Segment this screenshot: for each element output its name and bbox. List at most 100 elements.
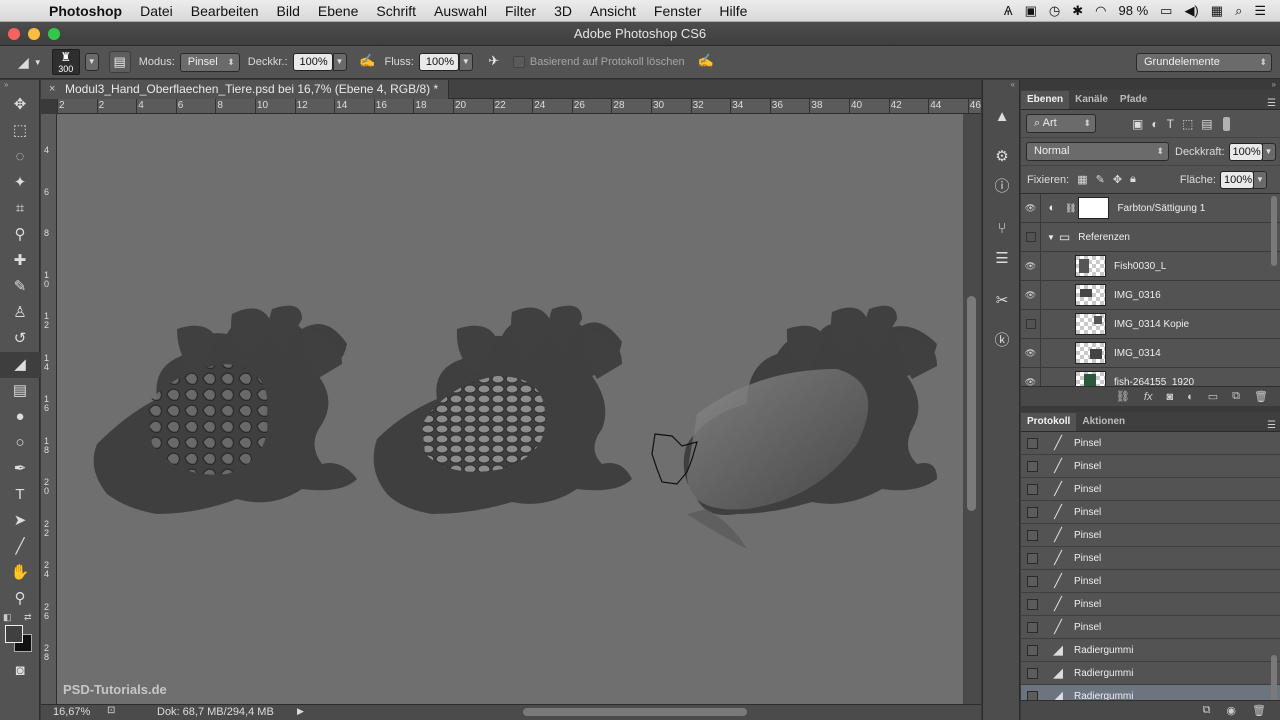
history-step[interactable]: ╱ Pinsel — [1021, 593, 1280, 616]
history-snapshot-checkbox[interactable] — [1027, 437, 1038, 449]
delete-layer-icon[interactable]: 🗑︎ — [1254, 390, 1268, 403]
workspace-select[interactable]: Grundelemente — [1136, 52, 1272, 72]
menu-auswahl[interactable]: Auswahl — [425, 3, 496, 19]
menu-filter[interactable]: Filter — [496, 3, 545, 19]
tab-paths[interactable]: Pfade — [1114, 91, 1153, 109]
erase-to-history-checkbox[interactable] — [512, 56, 525, 68]
clone-stamp-tool-icon[interactable]: ♙ — [0, 300, 40, 326]
history-step[interactable]: ◢ Radiergummi — [1021, 662, 1280, 685]
notification-center-icon[interactable]: ☰ — [1254, 3, 1266, 19]
status-share-icon[interactable]: ⊡ — [107, 705, 115, 716]
fill-dropdown[interactable]: ▼ — [1252, 170, 1267, 189]
histogram-icon[interactable]: ▲ — [983, 102, 1021, 132]
adjustments-icon[interactable]: ☰ — [983, 244, 1021, 274]
layers-scroll-thumb[interactable] — [1271, 196, 1277, 266]
visibility-empty-box[interactable] — [1021, 222, 1041, 252]
tab-history[interactable]: Protokoll — [1021, 413, 1077, 431]
status-menu-arrow-icon[interactable]: ▶ — [297, 706, 304, 717]
eyedropper-tool-icon[interactable]: ⚲ — [0, 222, 40, 248]
layer-row[interactable]: 👁︎ fish-264155_1920 — [1021, 367, 1280, 386]
eraser-tool-icon[interactable]: ◢ — [0, 352, 40, 378]
add-mask-icon[interactable]: ◙ — [1166, 391, 1173, 403]
layer-row[interactable]: 👁︎ IMG_0314 — [1021, 338, 1280, 368]
vertical-scroll-thumb[interactable] — [967, 296, 976, 511]
flow-dropdown[interactable]: ▼ — [458, 53, 473, 71]
layer-row[interactable]: IMG_0314 Kopie — [1021, 309, 1280, 339]
brush-preset-picker[interactable]: ♜ 300 ▼ — [51, 49, 99, 75]
pressure-opacity-icon[interactable]: ✍ — [357, 51, 379, 73]
pressure-size-icon[interactable]: ✍ — [695, 51, 717, 73]
layer-opacity-field[interactable]: 100% — [1228, 142, 1263, 161]
history-snapshot-checkbox[interactable] — [1027, 644, 1038, 656]
history-snapshot-checkbox[interactable] — [1027, 529, 1038, 541]
layer-thumbnail[interactable] — [1075, 342, 1106, 364]
horizontal-scroll-thumb[interactable] — [523, 708, 747, 716]
visibility-eye-icon[interactable]: 👁︎ — [1021, 367, 1041, 386]
close-window-button[interactable] — [8, 28, 20, 40]
time-machine-icon[interactable]: ◷ — [1049, 3, 1060, 19]
brush-panel-toggle-icon[interactable]: ▤ — [108, 51, 131, 73]
layer-thumbnail[interactable] — [1075, 313, 1106, 335]
camera-icon[interactable]: ▣ — [1025, 3, 1037, 19]
menu-3d[interactable]: 3D — [545, 3, 581, 19]
erase-to-history-option[interactable]: Basierend auf Protokoll löschen — [512, 56, 685, 68]
new-layer-icon[interactable]: ⧉ — [1232, 390, 1240, 403]
group-expand-icon[interactable]: ▼ — [1047, 233, 1055, 242]
layer-thumbnail[interactable] — [1075, 255, 1106, 277]
history-snapshot-checkbox[interactable] — [1027, 552, 1038, 564]
pen-tool-icon[interactable]: ✒ — [0, 456, 40, 482]
layer-filter-kind-select[interactable]: ⌕ Art — [1026, 114, 1096, 133]
fill-field[interactable]: 100% — [1219, 170, 1254, 189]
layer-opacity-dropdown[interactable]: ▼ — [1261, 142, 1276, 161]
airbrush-icon[interactable]: ✈ — [483, 51, 505, 73]
healing-brush-tool-icon[interactable]: ✚ — [0, 248, 40, 274]
history-step[interactable]: ◢ Radiergummi — [1021, 639, 1280, 662]
history-snapshot-checkbox[interactable] — [1027, 483, 1038, 495]
info-icon[interactable]: ⓘ — [983, 172, 1021, 202]
layer-style-fx-icon[interactable]: fx — [1144, 391, 1153, 403]
filter-adjustment-icon[interactable]: ◐ — [1151, 117, 1158, 131]
layer-mask-thumbnail[interactable] — [1078, 197, 1110, 219]
collapse-panels-icon[interactable]: » — [1021, 80, 1280, 90]
layer-thumbnail[interactable] — [1075, 284, 1106, 306]
mode-select[interactable]: Pinsel — [179, 52, 240, 72]
blend-mode-select[interactable]: Normal — [1026, 142, 1169, 161]
visibility-eye-icon[interactable]: 👁︎ — [1021, 251, 1041, 281]
document-canvas[interactable]: PSD-Tutorials.de — [57, 114, 963, 704]
filter-shape-icon[interactable]: ⬚ — [1182, 117, 1193, 131]
foreground-color-swatch[interactable] — [5, 625, 23, 643]
minimize-window-button[interactable] — [28, 28, 40, 40]
menu-ebene[interactable]: Ebene — [309, 3, 367, 19]
flow-field[interactable]: 100% — [418, 53, 459, 71]
crop-tool-icon[interactable]: ⌗ — [0, 196, 40, 222]
link-layers-icon[interactable]: ⛓ — [1116, 390, 1130, 403]
new-group-icon[interactable]: ▭ — [1208, 390, 1218, 403]
default-colors-icon[interactable]: ◧ — [3, 612, 12, 623]
brush-presets-icon[interactable]: ⑂ — [983, 214, 1021, 244]
zoom-tool-icon[interactable]: ⚲ — [0, 586, 40, 612]
menu-bearbeiten[interactable]: Bearbeiten — [182, 3, 268, 19]
tool-presets-icon[interactable]: ✂ — [983, 286, 1021, 316]
marquee-tool-icon[interactable]: ⬚ — [0, 118, 40, 144]
opacity-field[interactable]: 100% — [292, 53, 333, 71]
adobe-icon[interactable]: Ѧ — [1004, 3, 1013, 18]
swap-colors-icon[interactable]: ⇄ — [24, 612, 32, 623]
opacity-dropdown[interactable]: ▼ — [332, 53, 347, 71]
history-snapshot-checkbox[interactable] — [1027, 506, 1038, 518]
quick-selection-tool-icon[interactable]: ✦ — [0, 170, 40, 196]
spotlight-search-icon[interactable]: ⌕ — [1235, 3, 1242, 19]
layers-panel-menu-icon[interactable]: ☰ — [1267, 98, 1280, 109]
line-tool-icon[interactable]: ╱ — [0, 534, 40, 560]
history-snapshot-checkbox[interactable] — [1027, 460, 1038, 472]
input-menu-icon[interactable]: ▦ — [1211, 3, 1223, 19]
history-step[interactable]: ╱ Pinsel — [1021, 570, 1280, 593]
history-step[interactable]: ╱ Pinsel — [1021, 501, 1280, 524]
visibility-eye-icon[interactable]: 👁︎ — [1021, 338, 1041, 368]
zoom-level[interactable]: 16,67% — [53, 706, 90, 718]
wifi-icon[interactable]: ◠ — [1095, 3, 1106, 19]
tab-layers[interactable]: Ebenen — [1021, 91, 1070, 109]
expand-strip-icon[interactable]: « — [983, 80, 1019, 90]
menu-fenster[interactable]: Fenster — [645, 3, 710, 19]
kuler-icon[interactable]: ⓚ — [983, 326, 1021, 356]
visibility-eye-icon[interactable]: 👁︎ — [1021, 194, 1041, 223]
